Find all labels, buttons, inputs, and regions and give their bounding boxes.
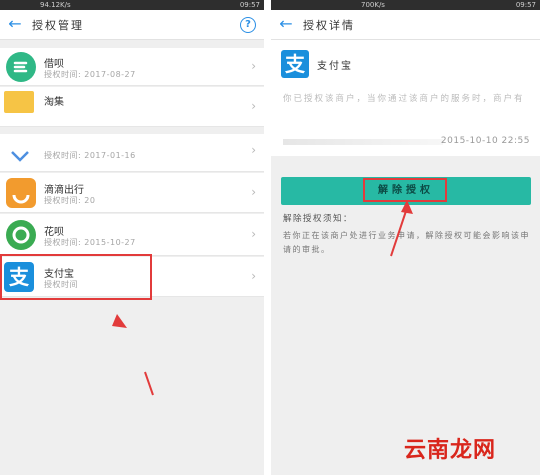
back-arrow-icon[interactable]: ← bbox=[6, 15, 24, 33]
chevron-right-icon: › bbox=[251, 99, 256, 113]
chevron-right-icon: › bbox=[251, 269, 256, 283]
e-shape-icon bbox=[6, 52, 36, 82]
alipay-icon: 支 bbox=[281, 50, 309, 78]
chevron-right-icon: › bbox=[251, 59, 256, 73]
list-item-unknown[interactable]: 授权时间: 2017-01-16 › bbox=[0, 134, 264, 172]
item-auth-time: 授权时间: 2017-01-16 bbox=[44, 151, 136, 160]
app-bar: ← 授权详情 bbox=[271, 10, 540, 40]
list-item-jiebei[interactable]: 借呗 授权时间: 2017-08-27 › bbox=[0, 48, 264, 86]
item-auth-time: 授权时间: 2017-08-27 bbox=[44, 70, 136, 79]
page-title: 授权详情 bbox=[303, 19, 355, 32]
merchant-description: 你已授权该商户，当你通过该商户的服务时，商户有 bbox=[283, 94, 525, 104]
back-arrow-icon[interactable]: ← bbox=[277, 15, 295, 33]
app-bar: ← 授权管理 ? bbox=[0, 10, 264, 40]
merchant-detail-card: 支 支付宝 你已授权该商户，当你通过该商户的服务时，商户有 2015-10-10… bbox=[271, 40, 540, 156]
authorization-list-screen: 94.12K/s 09:57 ← 授权管理 ? 借呗 授权时间: 2017-08… bbox=[0, 0, 264, 475]
help-icon[interactable]: ? bbox=[240, 17, 256, 33]
list-item-didi[interactable]: 滴滴出行 授权时间: 20 › bbox=[0, 173, 264, 213]
item-name: 滴滴出行 bbox=[44, 185, 84, 196]
network-speed: 700K/s bbox=[361, 1, 385, 9]
list-item-taoji[interactable]: 淘集 › bbox=[0, 87, 264, 127]
page-title: 授权管理 bbox=[32, 19, 84, 32]
authorization-detail-screen: 700K/s 09:57 ← 授权详情 支 支付宝 你已授权该商户，当你通过该商… bbox=[271, 0, 540, 475]
annotation-arrow bbox=[112, 314, 154, 396]
didi-icon bbox=[6, 178, 36, 208]
highlight-box bbox=[0, 254, 152, 300]
annotation-arrow bbox=[390, 200, 413, 257]
panel-divider bbox=[264, 0, 271, 475]
status-bar: 700K/s 09:57 bbox=[271, 0, 540, 10]
huabei-icon bbox=[6, 220, 36, 250]
network-speed: 94.12K/s bbox=[40, 1, 71, 9]
highlight-box bbox=[363, 178, 447, 202]
notice-title: 解除授权须知： bbox=[283, 214, 354, 224]
item-auth-time: 授权时间: 20 bbox=[44, 196, 96, 205]
list-item-huabei[interactable]: 花呗 授权时间: 2015-10-27 › bbox=[0, 214, 264, 256]
chevron-right-icon: › bbox=[251, 227, 256, 241]
item-name: 花呗 bbox=[44, 227, 64, 238]
chevron-v-icon bbox=[6, 140, 36, 170]
item-name: 借呗 bbox=[44, 59, 64, 70]
status-time: 09:57 bbox=[239, 1, 260, 9]
blurred-text bbox=[283, 139, 443, 145]
watermark: 云南龙网 bbox=[404, 438, 497, 463]
chevron-right-icon: › bbox=[251, 185, 256, 199]
item-name: 淘集 bbox=[44, 97, 64, 108]
folder-icon bbox=[4, 91, 34, 113]
auth-date: 2015-10-10 22:55 bbox=[440, 136, 530, 146]
merchant-name: 支付宝 bbox=[317, 61, 353, 72]
status-time: 09:57 bbox=[515, 1, 536, 9]
item-auth-time: 授权时间: 2015-10-27 bbox=[44, 238, 136, 247]
status-bar: 94.12K/s 09:57 bbox=[0, 0, 264, 10]
chevron-right-icon: › bbox=[251, 143, 256, 157]
